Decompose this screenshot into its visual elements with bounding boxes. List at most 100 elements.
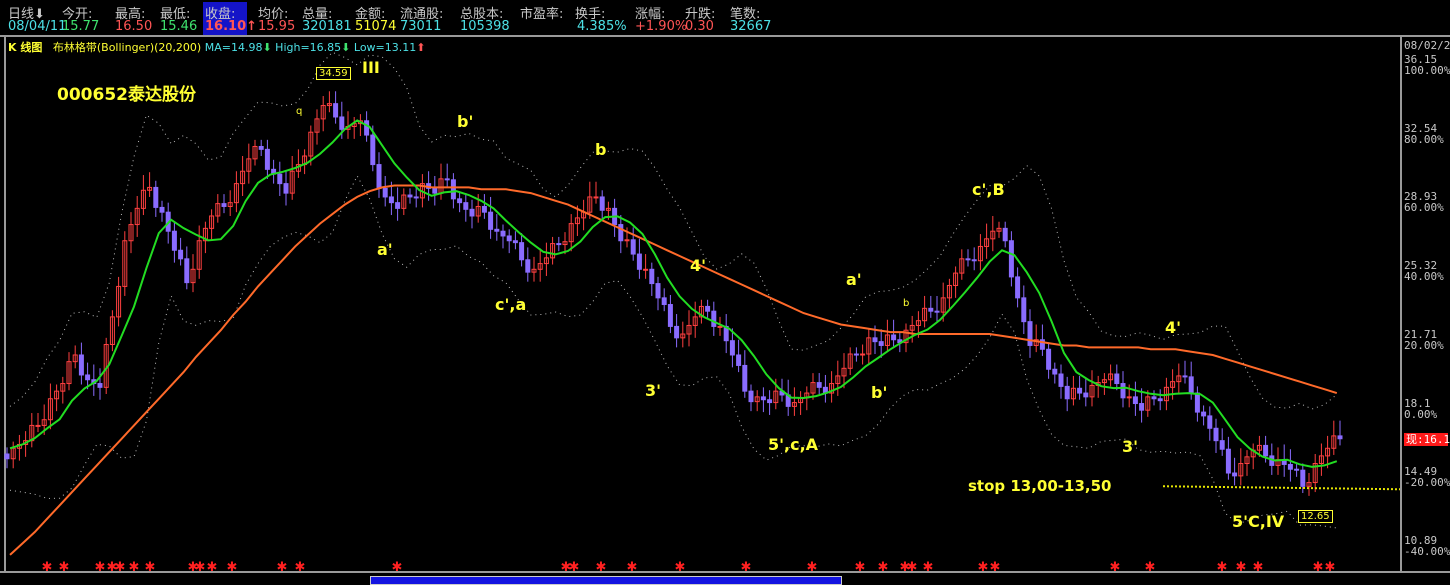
wave-label: c',B	[972, 180, 1005, 199]
signal-marker-icon: ✱	[207, 560, 218, 571]
candle-body	[171, 230, 177, 251]
candle-body	[85, 374, 91, 381]
signal-marker-icon: ✱	[569, 560, 580, 571]
candle-body	[860, 353, 866, 356]
candle-body	[1046, 348, 1052, 370]
candle-body	[4, 453, 10, 460]
axis-tick: 32.54 80.00%	[1404, 123, 1444, 145]
wave-label: b'	[871, 383, 888, 402]
candle-body	[636, 253, 642, 270]
bottom-info-box	[370, 576, 842, 585]
low-box: 12.65	[1298, 510, 1333, 523]
candle-body	[1114, 373, 1120, 385]
candle-body	[853, 353, 859, 356]
signal-marker-icon: ✱	[1313, 560, 1324, 571]
wave-label: III	[362, 58, 380, 77]
signal-marker-icon: ✱	[978, 560, 989, 571]
candle-body	[1064, 385, 1070, 400]
wave-label: a'	[846, 270, 862, 289]
wave-label: c',a	[495, 295, 527, 314]
candle-body	[661, 297, 667, 306]
tick-percent: -40.00%	[1404, 544, 1450, 558]
candle-body	[450, 179, 456, 200]
candle-body	[1207, 415, 1213, 429]
axis-date: 08/02/29	[1404, 39, 1450, 52]
candle-body	[872, 337, 878, 343]
candle-body	[742, 364, 748, 392]
high-box: 34.59	[316, 67, 351, 80]
candle-body	[1120, 383, 1126, 399]
candle-body	[283, 183, 289, 194]
signal-marker-icon: ✱	[855, 560, 866, 571]
signal-marker-icon: ✱	[807, 560, 818, 571]
candle-body	[413, 196, 419, 199]
wave-label: 3'	[645, 381, 662, 400]
candle-body	[1287, 463, 1293, 470]
signal-marker-icon: ✱	[295, 560, 306, 571]
candle-body	[481, 205, 487, 213]
candle-body	[382, 187, 388, 198]
candlestick-chart[interactable]: ✱ ✱ ✱ ✱✱ ✱ ✱ ✱✱ ✱ ✱ ✱ ✱ ✱ ✱✱ ✱ ✱ ✱ ✱ ✱ ✱ ✱ ✱✱ ✱ ✱ ✱ ✱ ✱ ✱ ✱ ✱ ✱ ✱	[0, 0, 1400, 571]
candle-body	[407, 194, 413, 198]
candle-body	[760, 396, 766, 401]
signal-marker-icon: ✱	[1236, 560, 1247, 571]
candle-body	[624, 239, 630, 242]
candle-body	[500, 230, 506, 237]
current-price-badge: 现:16.10	[1404, 432, 1450, 446]
candle-body	[1015, 276, 1021, 299]
candle-body	[971, 259, 977, 262]
signal-marker-icon: ✱	[59, 560, 70, 571]
candle-body	[1225, 448, 1231, 474]
candle-body	[618, 224, 624, 242]
wave-label: 3'	[1122, 437, 1139, 456]
candle-body	[519, 242, 525, 261]
signal-marker-icon: ✱	[741, 560, 752, 571]
bollinger-upper-band	[9, 51, 1338, 410]
tick-percent: 60.00%	[1404, 201, 1444, 215]
stock-chart-window: 日线⬇ 08/04/11 今开: 15.77 最高: 16.50 最低: 15.46 收盘: 16…	[0, 0, 1450, 585]
signal-marker-icon: ✱	[1253, 560, 1264, 571]
signal-marker-icon: ✱	[596, 560, 607, 571]
candle-body	[264, 148, 270, 170]
candle-body	[1263, 444, 1269, 457]
bottom-status-bar	[0, 573, 1450, 585]
candle-body	[463, 202, 469, 210]
wave-label: 5'C,IV	[1232, 512, 1285, 531]
candle-body	[388, 196, 394, 204]
candle-body	[432, 187, 438, 194]
signal-marker-icon: ✱	[627, 560, 638, 571]
axis-tick: 21.71 20.00%	[1404, 329, 1444, 351]
candle-body	[159, 206, 165, 213]
signal-marker-icon: ✱	[878, 560, 889, 571]
candle-body	[1337, 435, 1343, 440]
signal-marker-icon: ✱	[1325, 560, 1336, 571]
candle-body	[97, 383, 103, 388]
candle-body	[1300, 469, 1306, 487]
tick-percent: 40.00%	[1404, 270, 1444, 284]
stop-level-line	[1162, 485, 1400, 491]
signal-marker-icon: ✱	[145, 560, 156, 571]
candle-body	[1188, 376, 1194, 394]
candle-body	[1151, 396, 1157, 400]
candle-body	[705, 305, 711, 312]
candle-body	[649, 268, 655, 285]
signal-marker-icon: ✱	[923, 560, 934, 571]
candle-body	[1157, 398, 1163, 402]
candle-body	[1126, 396, 1132, 399]
wave-label: 4'	[690, 256, 707, 275]
candle-body	[1232, 472, 1238, 477]
signal-marker-icon: ✱	[1145, 560, 1156, 571]
candle-body	[965, 258, 971, 261]
signal-marker-icon: ✱	[42, 560, 53, 571]
candle-body	[1027, 321, 1033, 346]
candle-body	[736, 354, 742, 366]
candle-body	[1002, 227, 1008, 242]
wave-label: b	[595, 140, 607, 159]
candle-body	[1052, 368, 1058, 375]
axis-border	[1400, 37, 1402, 573]
candle-body	[258, 145, 264, 150]
candle-body	[891, 334, 897, 341]
axis-tick: 10.89 -40.00%	[1404, 535, 1450, 557]
candle-body	[184, 258, 190, 284]
candle-body	[643, 268, 649, 271]
